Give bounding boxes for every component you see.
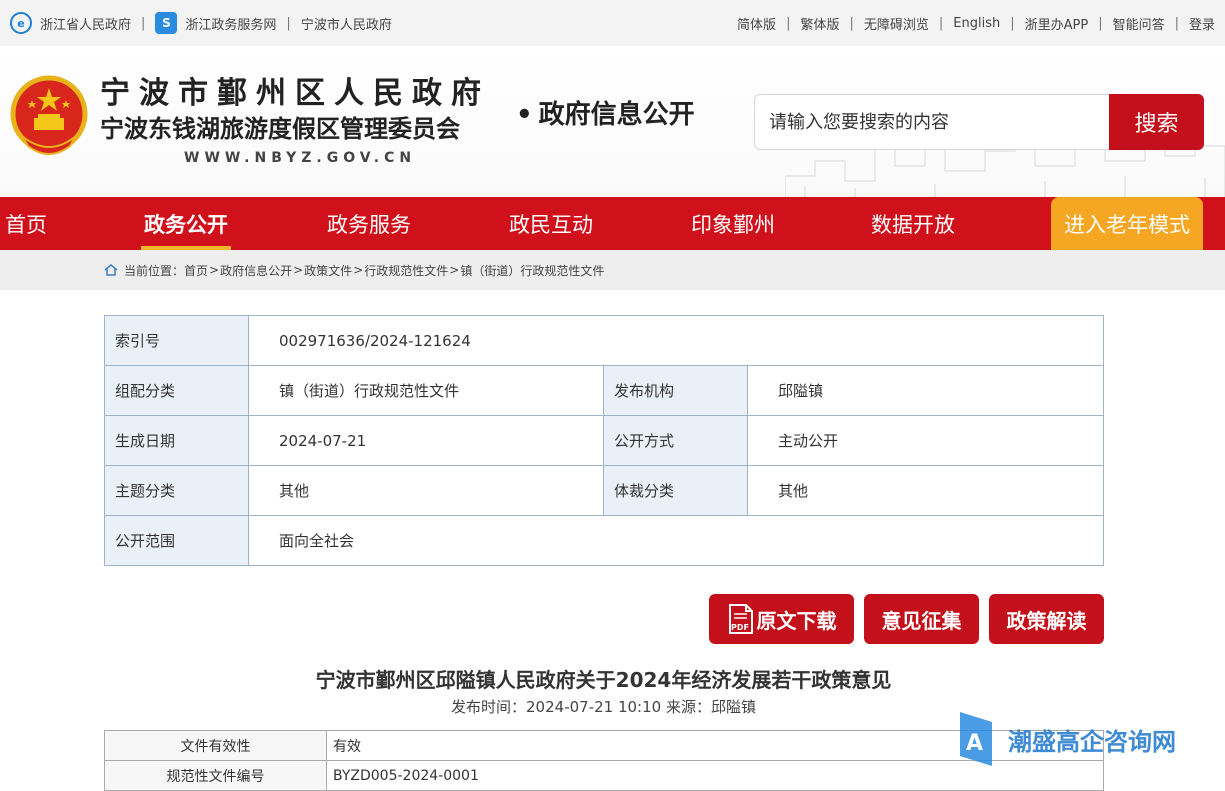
category-label: 组配分类 [104,365,249,416]
table-row: 公开范围 面向全社会 [104,515,1104,566]
svg-text:A: A [966,731,983,756]
home-icon [104,264,118,276]
site-domain: WWW.NBYZ.GOV.CN [184,150,417,166]
nav-item-interaction[interactable]: 政民互动 [506,197,596,250]
validity-table: 文件有效性 有效 规范性文件编号 BYZD005-2024-0001 [104,730,1104,791]
national-emblem-icon [10,75,88,155]
nav-item-home[interactable]: 首页 [0,197,52,250]
site-header: 宁波市鄞州区人民政府 宁波东钱湖旅游度假区管理委员会 WWW.NBYZ.GOV.… [0,46,1225,197]
breadcrumb-home[interactable]: 首页 [184,262,208,279]
document-info-table: 索引号 002971636/2024-121624 组配分类 镇（街道）行政规范… [104,315,1104,566]
login-link[interactable]: 登录 [1189,14,1215,33]
issuer-label: 发布机构 [603,365,748,416]
main-nav: 首页 政务公开 政务服务 政民互动 印象鄞州 数据开放 进入老年模式 [0,197,1225,250]
table-row: 生成日期 2024-07-21 公开方式 主动公开 [104,415,1104,466]
watermark-logo-icon: A [960,712,992,766]
scope-value: 面向全社会 [248,515,1104,566]
table-row: 文件有效性 有效 [104,730,1104,761]
search-box: 搜索 [754,94,1204,150]
doc-number-label: 规范性文件编号 [104,760,327,791]
breadcrumb-info-public[interactable]: 政府信息公开 [220,262,292,279]
zhejiang-logo-icon: e [10,12,32,34]
topic-value: 其他 [248,465,604,516]
divider: | [786,15,791,31]
nav-item-gov-services[interactable]: 政务服务 [324,197,414,250]
breadcrumb: 当前位置： 首页 > 政府信息公开 > 政策文件 > 行政规范性文件 > 镇（街道）行政… [0,250,1225,290]
app-link[interactable]: 浙里办APP [1025,14,1089,33]
divider: | [141,15,146,31]
table-row: 组配分类 镇（街道）行政规范性文件 发布机构 邱隘镇 [104,365,1104,416]
service-logo-icon: S [155,12,178,34]
nav-item-open-data[interactable]: 数据开放 [868,197,958,250]
site-titles: 宁波市鄞州区人民政府 宁波东钱湖旅游度假区管理委员会 WWW.NBYZ.GOV.… [100,76,490,166]
nav-item-gov-affairs[interactable]: 政务公开 [141,197,231,250]
index-value: 002971636/2024-121624 [248,315,1104,366]
public-value: 主动公开 [747,415,1104,466]
divider: | [1010,15,1015,31]
external-links: e 浙江省人民政府 | S 浙江政务服务网 | 宁波市人民政府 [10,12,392,34]
breadcrumb-regulatory[interactable]: 行政规范性文件 [364,262,448,279]
simplified-link[interactable]: 简体版 [737,14,776,33]
utility-links: 简体版 | 繁体版 | 无障碍浏览 | English | 浙里办APP | 智… [737,14,1215,33]
issuer-value: 邱隘镇 [747,365,1104,416]
site-title-primary: 宁波市鄞州区人民政府 [100,76,490,111]
divider: | [849,15,854,31]
elder-mode-button[interactable]: 进入老年模式 [1051,197,1203,250]
site-title-secondary: 宁波东钱湖旅游度假区管理委员会 [100,114,460,143]
top-utility-bar: e 浙江省人民政府 | S 浙江政务服务网 | 宁波市人民政府 简体版 | 繁体… [0,0,1225,46]
watermark: A 潮盛高企咨询网 [956,712,1176,766]
date-value: 2024-07-21 [248,415,604,466]
divider: | [286,15,291,31]
search-button[interactable]: 搜索 [1109,94,1204,150]
divider: | [1098,15,1103,31]
document-title: 宁波市鄞州区邱隘镇人民政府关于2024年经济发展若干政策意见 [315,668,892,692]
date-label: 生成日期 [104,415,249,466]
pdf-icon: PDF [728,604,753,634]
bullet-dot: • [516,100,533,130]
section-subtitle: • 政府信息公开 [516,100,695,130]
nav-item-impression[interactable]: 印象鄞州 [688,197,778,250]
category-value: 镇（街道）行政规范性文件 [248,365,604,416]
smart-qa-link[interactable]: 智能问答 [1113,14,1165,33]
genre-label: 体裁分类 [603,465,748,516]
feedback-button[interactable]: 意见征集 [864,594,979,644]
scope-label: 公开范围 [104,515,249,566]
traditional-link[interactable]: 繁体版 [800,14,839,33]
english-link[interactable]: English [953,16,1000,31]
topic-label: 主题分类 [104,465,249,516]
svg-text:PDF: PDF [731,623,749,632]
index-label: 索引号 [104,315,249,366]
public-label: 公开方式 [603,415,748,466]
table-row: 规范性文件编号 BYZD005-2024-0001 [104,760,1104,791]
breadcrumb-label: 当前位置： [124,263,185,278]
validity-label: 文件有效性 [104,730,327,761]
search-input[interactable] [754,94,1109,150]
divider: | [1174,15,1179,31]
breadcrumb-policy-docs[interactable]: 政策文件 [304,262,352,279]
accessibility-link[interactable]: 无障碍浏览 [864,14,929,33]
document-actions: PDF 原文下载 意见征集 政策解读 [709,594,1104,644]
genre-value: 其他 [747,465,1104,516]
divider: | [938,15,944,31]
table-row: 索引号 002971636/2024-121624 [104,315,1104,366]
zhejiang-service-link[interactable]: S 浙江政务服务网 [155,12,276,34]
ningbo-gov-link[interactable]: 宁波市人民政府 [301,14,392,33]
breadcrumb-town-regulatory[interactable]: 镇（街道）行政规范性文件 [460,262,604,279]
table-row: 主题分类 其他 体裁分类 其他 [104,465,1104,516]
download-button[interactable]: PDF 原文下载 [709,594,854,644]
zhejiang-gov-link[interactable]: e 浙江省人民政府 [10,12,131,34]
interpretation-button[interactable]: 政策解读 [989,594,1104,644]
